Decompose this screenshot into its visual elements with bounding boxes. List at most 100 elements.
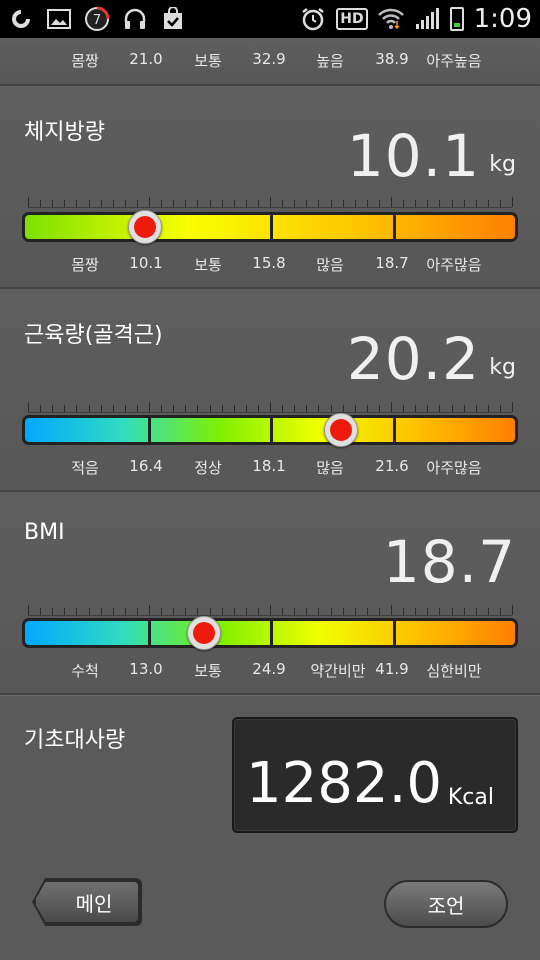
tick-mark <box>209 405 211 412</box>
tick-mark <box>28 402 29 412</box>
tick-mark <box>342 405 344 412</box>
top-scale-labels: 몸짱 21.0 보통 32.9 높음 38.9 아주높음 <box>0 50 540 72</box>
tick-mark <box>294 200 296 207</box>
tick-mark <box>245 200 247 207</box>
scale-label: 심한비만 <box>426 662 482 680</box>
tick-mark <box>282 200 284 207</box>
scale-label: 18.1 <box>252 457 286 475</box>
tick-mark <box>282 405 284 412</box>
tick-mark <box>475 608 477 615</box>
muscle-title: 근육량(골격근) <box>24 323 163 348</box>
scale-label: 41.9 <box>375 660 409 678</box>
scale-label: 약간비만 <box>310 662 366 680</box>
bmi-scale-labels: 수척 13.0 보통 24.9 약간비만 41.9 심한비만 <box>0 660 540 682</box>
tick-mark <box>52 405 54 412</box>
tick-mark <box>136 608 138 615</box>
tick-mark <box>64 200 66 207</box>
headphones-icon <box>122 6 148 32</box>
scale-label: 15.8 <box>252 254 286 272</box>
tick-mark <box>257 405 259 412</box>
tick-mark <box>40 608 42 615</box>
bmr-unit: Kcal <box>447 785 494 810</box>
tick-mark <box>124 200 126 207</box>
tick-mark <box>427 405 429 412</box>
scale-label: 32.9 <box>252 50 286 68</box>
tick-mark <box>40 405 42 412</box>
tick-mark <box>512 197 513 207</box>
tick-mark <box>318 405 320 412</box>
muscle-scale-labels: 적음 16.4 정상 18.1 많음 21.6 아주많음 <box>0 457 540 479</box>
bmi-slider-knob[interactable] <box>186 616 221 650</box>
muscle-slider-knob[interactable] <box>324 413 359 447</box>
main-button[interactable]: 메인 <box>34 880 140 924</box>
gauge-divider <box>270 418 273 442</box>
hd-voice-icon: HD <box>336 8 368 30</box>
scale-label: 수척 <box>71 662 99 680</box>
bmr-title: 기초대사량 <box>24 728 126 753</box>
tick-mark <box>112 200 114 207</box>
body-fat-slider-knob[interactable] <box>128 210 163 244</box>
tick-mark <box>512 605 513 615</box>
tick-mark <box>463 405 465 412</box>
tick-mark <box>475 405 477 412</box>
top-partial-panel: 몸짱 21.0 보통 32.9 높음 38.9 아주높음 <box>0 38 540 86</box>
body-fat-scale-labels: 몸짱 10.1 보통 15.8 많음 18.7 아주많음 <box>0 254 540 276</box>
tick-mark <box>76 608 78 615</box>
scale-label: 아주높음 <box>426 52 482 70</box>
tick-mark <box>330 608 332 615</box>
tick-mark <box>209 200 211 207</box>
tick-mark <box>28 605 29 615</box>
body-fat-panel: 체지방량 10.1 kg 몸짱 10.1 보통 15.8 많음 18.7 아주많… <box>0 86 540 289</box>
gauge-divider <box>392 418 396 442</box>
gauge-bar <box>25 621 515 645</box>
tick-mark <box>197 608 199 615</box>
muscle-panel: 근육량(골격근) 20.2 kg 적음 16.4 정상 18.1 많음 21.6… <box>0 289 540 492</box>
scale-label: 높음 <box>316 52 344 70</box>
tick-mark <box>185 200 187 207</box>
bmr-value: 1282.0 <box>246 751 442 816</box>
advice-button[interactable]: 조언 <box>384 880 508 928</box>
tick-mark <box>173 608 175 615</box>
scale-label: 정상 <box>194 459 222 477</box>
app-g-icon <box>8 6 34 32</box>
tick-mark <box>330 200 332 207</box>
tick-mark <box>378 608 380 615</box>
scale-label: 24.9 <box>252 660 286 678</box>
scale-label: 13.0 <box>129 660 163 678</box>
bmi-panel: BMI 18.7 수척 13.0 보통 24.9 약간비만 41.9 심한비만 <box>0 492 540 695</box>
gallery-icon <box>46 6 72 32</box>
scale-label: 보통 <box>194 52 222 70</box>
body-fat-unit: kg <box>489 152 516 177</box>
tick-mark <box>451 608 453 615</box>
tick-mark <box>161 405 163 412</box>
muscle-gauge <box>22 415 518 445</box>
tick-mark <box>197 200 199 207</box>
tick-mark <box>100 608 102 615</box>
tick-mark <box>221 200 223 207</box>
tick-mark <box>100 200 102 207</box>
tick-mark <box>64 608 66 615</box>
tick-mark <box>294 405 296 412</box>
scale-label: 적음 <box>71 459 99 477</box>
tick-mark <box>366 405 368 412</box>
alarm-icon <box>300 6 326 32</box>
tick-mark <box>463 608 465 615</box>
tick-mark <box>88 608 90 615</box>
tick-mark <box>270 197 271 207</box>
tick-mark <box>342 608 344 615</box>
tick-mark <box>427 200 429 207</box>
tick-mark <box>439 608 441 615</box>
tick-mark <box>136 405 138 412</box>
tick-mark <box>149 605 150 615</box>
tick-mark <box>245 608 247 615</box>
tick-mark <box>499 608 501 615</box>
gauge-bar <box>25 215 515 239</box>
tick-mark <box>76 405 78 412</box>
tick-mark <box>391 402 392 412</box>
scale-label: 보통 <box>194 256 222 274</box>
battery-icon <box>449 7 464 31</box>
muscle-unit: kg <box>489 355 516 380</box>
scale-label: 16.4 <box>129 457 163 475</box>
scale-label: 많음 <box>316 459 344 477</box>
tick-mark <box>427 608 429 615</box>
